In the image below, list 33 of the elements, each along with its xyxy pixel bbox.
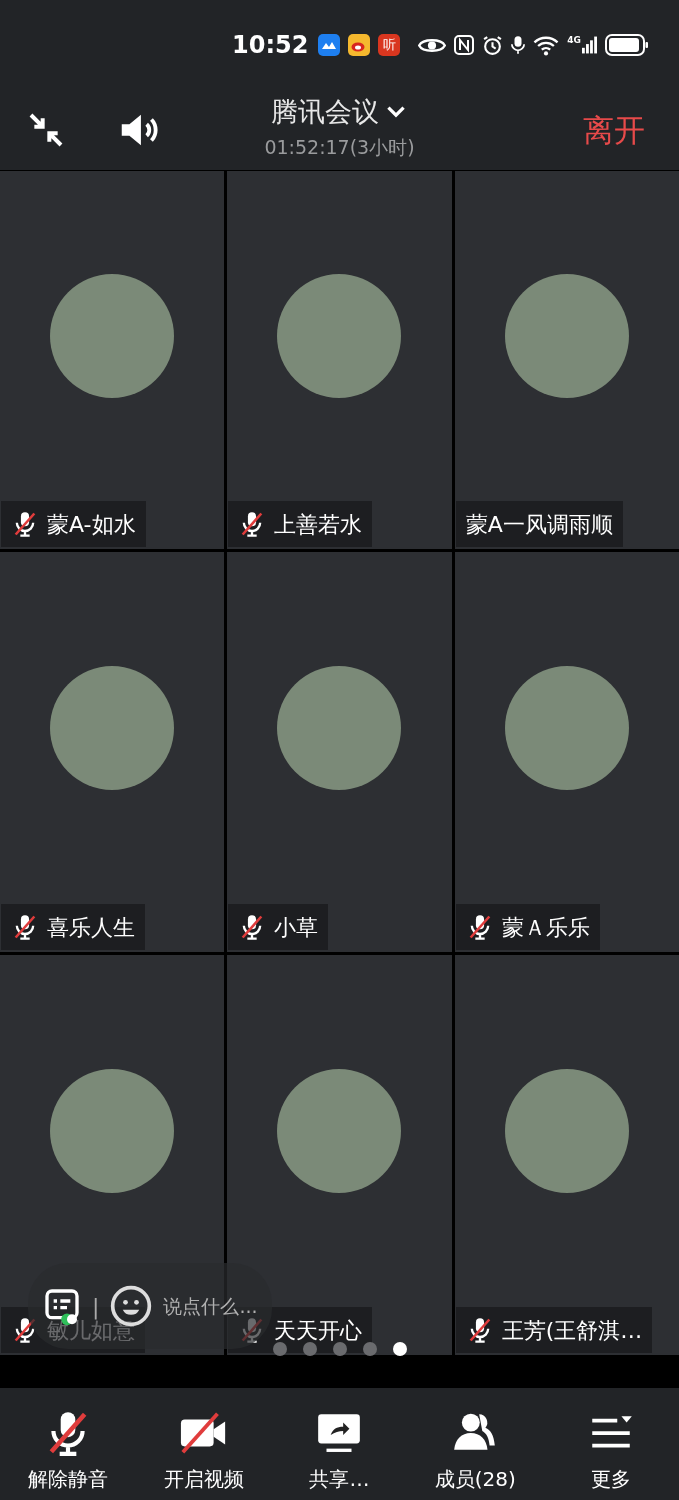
toolbar-button[interactable]: 更多 bbox=[543, 1402, 679, 1500]
participant-name: 蒙A一风调雨顺 bbox=[465, 510, 613, 539]
participant-name: 蒙A-如水 bbox=[47, 510, 136, 539]
app-icon: 听 bbox=[378, 34, 401, 56]
participant-tile[interactable]: 蒙A-如水 bbox=[0, 171, 225, 549]
participant-name: 王芳(王舒淇… bbox=[501, 1316, 643, 1345]
mic-icon bbox=[511, 35, 526, 55]
toolbar-button[interactable]: 共享… bbox=[271, 1402, 408, 1500]
participant-tile[interactable]: 喜乐人生 bbox=[0, 552, 225, 952]
toolbar-button[interactable]: 成员(28) bbox=[407, 1402, 544, 1500]
toolbar-button[interactable]: 解除静音 bbox=[0, 1402, 136, 1500]
participant-tile[interactable]: 上善若水 bbox=[227, 171, 452, 549]
participant-tile[interactable]: 蒙Ａ乐乐 bbox=[454, 552, 679, 952]
divider-mark: | bbox=[92, 1292, 100, 1320]
alarm-icon bbox=[482, 34, 504, 56]
participant-name: 蒙Ａ乐乐 bbox=[501, 913, 590, 942]
participant-tile[interactable]: 小草 bbox=[227, 552, 452, 952]
participant-name: 天天开心 bbox=[274, 1316, 363, 1345]
meeting-duration: 01:52:17(3小时) bbox=[264, 134, 415, 160]
participant-tile[interactable]: 蒙A一风调雨顺 bbox=[454, 171, 679, 549]
meeting-title[interactable]: 腾讯会议 bbox=[270, 92, 379, 133]
clock-time: 10:52 bbox=[232, 30, 309, 61]
leave-button[interactable]: 离开 bbox=[583, 106, 645, 154]
nfc-icon bbox=[454, 35, 475, 55]
participant-name: 上善若水 bbox=[274, 510, 363, 539]
battery-icon bbox=[605, 34, 649, 56]
wifi-icon bbox=[533, 34, 560, 56]
toolbar-button[interactable]: 开启视频 bbox=[135, 1402, 272, 1500]
participant-name: 喜乐人生 bbox=[47, 913, 135, 942]
participant-name: 小草 bbox=[274, 913, 319, 942]
signal-icon bbox=[582, 36, 597, 54]
network-type: 4G bbox=[567, 36, 581, 45]
participant-tile[interactable]: 王芳(王舒淇… bbox=[454, 955, 679, 1355]
